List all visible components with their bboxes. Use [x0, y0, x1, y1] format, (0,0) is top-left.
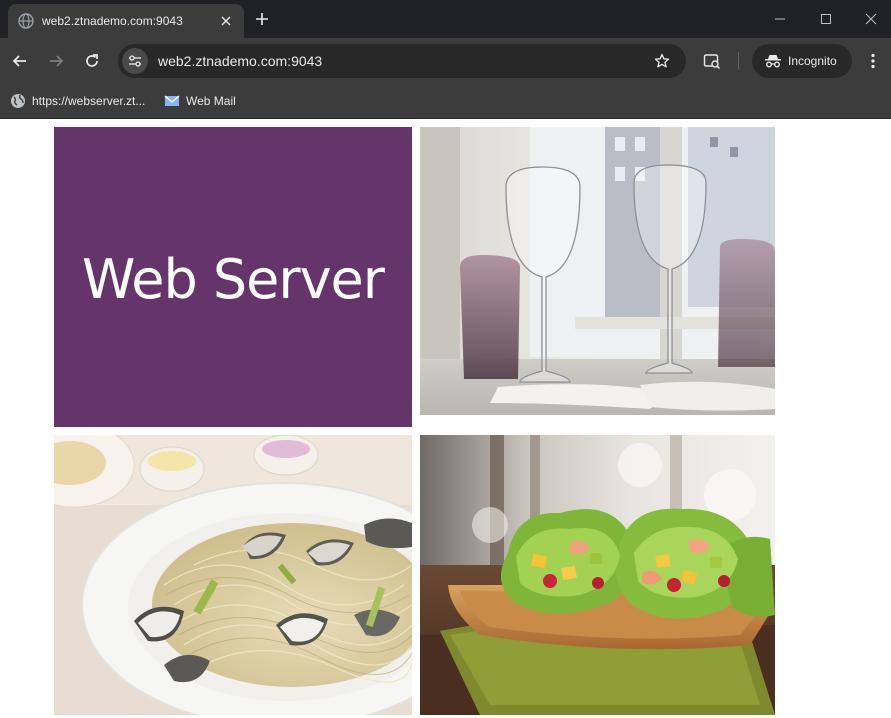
reload-icon[interactable] [80, 49, 104, 73]
kebab-menu-icon[interactable] [862, 50, 884, 72]
bookmark-star-icon[interactable] [652, 51, 672, 71]
pasta-clams-image [54, 435, 412, 715]
browser-tab[interactable]: web2.ztnademo.com:9043 [8, 4, 244, 38]
globe-icon [10, 93, 26, 109]
tab-title: web2.ztnademo.com:9043 [42, 14, 183, 28]
hero-banner: Web Server [54, 127, 412, 427]
browser-toolbar: web2.ztnademo.com:9043 Incognito [0, 38, 891, 84]
minimize-icon[interactable] [768, 8, 792, 30]
new-tab-icon[interactable] [252, 9, 272, 29]
bookmark-label: https://webserver.zt... [32, 94, 146, 108]
salad-wraps-image [420, 435, 775, 715]
address-bar[interactable]: web2.ztnademo.com:9043 [118, 44, 686, 78]
bookmark-web-mail[interactable]: Web Mail [164, 90, 236, 112]
incognito-label: Incognito [788, 54, 837, 68]
forward-arrow-icon[interactable] [44, 49, 68, 73]
toolbar-divider [738, 52, 739, 70]
tab-strip: web2.ztnademo.com:9043 [0, 0, 891, 38]
bookmarks-bar: https://webserver.zt... Web Mail [0, 84, 891, 119]
close-tab-icon[interactable] [218, 13, 234, 29]
wine-glasses-image [420, 127, 775, 415]
globe-icon [18, 13, 34, 29]
url-text[interactable]: web2.ztnademo.com:9043 [158, 53, 652, 69]
site-settings-icon[interactable] [122, 48, 148, 74]
page-heading: Web Server [82, 247, 385, 311]
mail-icon [164, 93, 180, 109]
bookmark-webserver[interactable]: https://webserver.zt... [10, 90, 145, 112]
tab-search-icon[interactable] [701, 50, 723, 72]
incognito-icon [764, 54, 782, 68]
back-arrow-icon[interactable] [8, 49, 32, 73]
maximize-icon[interactable] [814, 8, 838, 30]
close-window-icon[interactable] [859, 8, 883, 30]
incognito-profile-button[interactable]: Incognito [752, 44, 852, 78]
page-content: Web Server [0, 119, 891, 718]
bookmark-label: Web Mail [186, 94, 236, 108]
